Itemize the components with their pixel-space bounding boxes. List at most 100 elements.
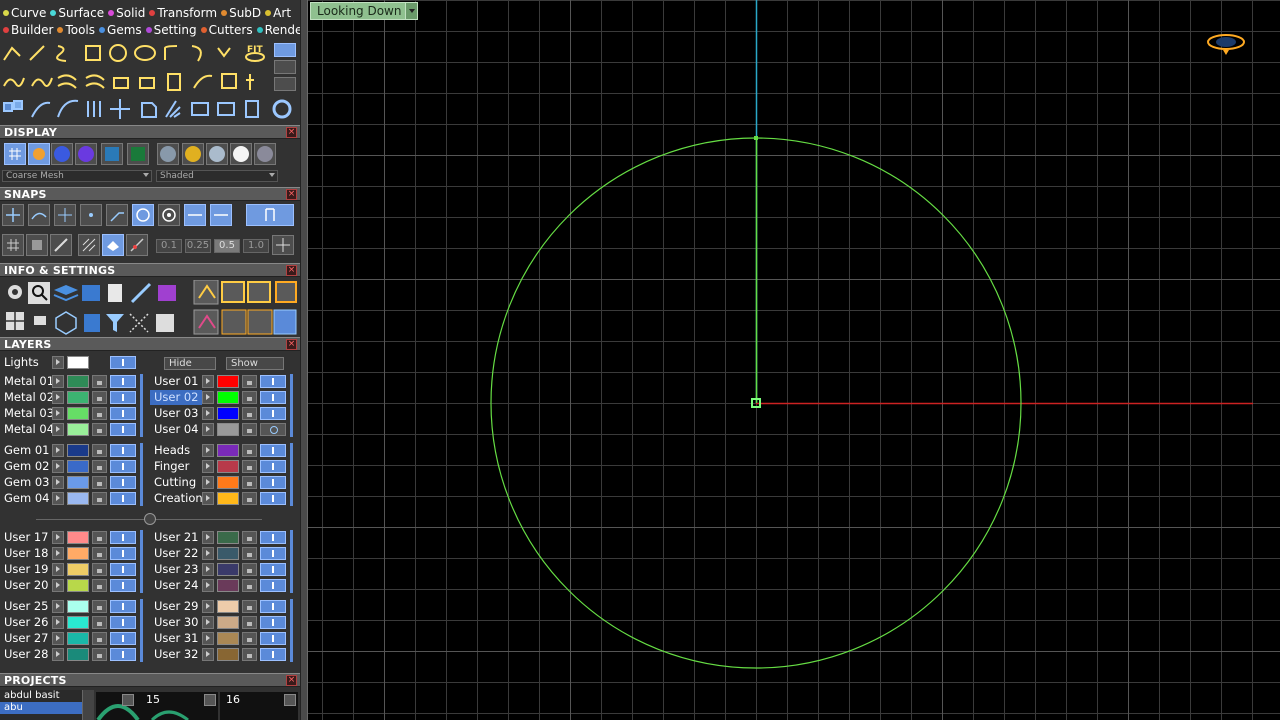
layer-color-swatch[interactable] <box>217 492 239 505</box>
snap-midpoint-button[interactable] <box>184 204 206 226</box>
expand-arrow-icon[interactable] <box>52 356 64 369</box>
layer-color-swatch[interactable] <box>67 476 89 489</box>
expand-arrow-icon[interactable] <box>52 600 64 613</box>
layer-color-swatch[interactable] <box>217 632 239 645</box>
layer-color-swatch[interactable] <box>217 460 239 473</box>
lock-icon[interactable] <box>242 616 257 629</box>
close-icon[interactable]: × <box>286 189 297 200</box>
lock-icon[interactable] <box>242 444 257 457</box>
light-sphere-button[interactable] <box>157 143 179 165</box>
snap-grid-button[interactable] <box>2 204 24 226</box>
expand-arrow-icon[interactable] <box>52 648 64 661</box>
layer-row[interactable]: User 03 <box>150 406 290 421</box>
snap-hatch-button[interactable] <box>78 234 100 256</box>
expand-arrow-icon[interactable] <box>202 600 214 613</box>
layer-visibility-toggle[interactable] <box>260 375 286 388</box>
xray-sphere-button[interactable] <box>254 143 276 165</box>
layer-color-swatch[interactable] <box>67 407 89 420</box>
smooth-shading-button[interactable] <box>51 143 73 165</box>
lock-icon[interactable] <box>242 632 257 645</box>
show-layers-button[interactable]: Show <box>226 357 284 370</box>
snap-grid-settings-button[interactable] <box>272 235 294 255</box>
layer-row[interactable]: Gem 02 <box>0 459 140 474</box>
expand-arrow-icon[interactable] <box>202 616 214 629</box>
mesh-quality-select[interactable]: Coarse Mesh <box>2 170 152 182</box>
layer-row[interactable]: Metal 01 <box>0 374 140 389</box>
layer-row[interactable]: Finger <box>150 459 290 474</box>
layer-color-swatch[interactable] <box>217 531 239 544</box>
close-icon[interactable]: × <box>286 339 297 350</box>
lock-icon[interactable] <box>92 407 107 420</box>
project-item-selected[interactable]: abu <box>0 702 82 714</box>
layer-color-swatch[interactable] <box>217 407 239 420</box>
wireframe-display-button[interactable] <box>4 143 26 165</box>
tab-gems[interactable]: Gems <box>99 23 142 37</box>
view-toggle-button[interactable] <box>274 43 296 57</box>
layer-row[interactable]: User 29 <box>150 599 290 614</box>
white-sphere-button[interactable] <box>230 143 252 165</box>
layer-row[interactable]: Gem 04 <box>0 491 140 506</box>
layer-visibility-toggle[interactable] <box>260 547 286 560</box>
layer-visibility-toggle[interactable] <box>110 648 136 661</box>
layer-visibility-toggle[interactable] <box>260 648 286 661</box>
tab-art[interactable]: Art <box>265 6 291 20</box>
projects-scrollbar[interactable] <box>82 690 94 720</box>
snap-arrow-button[interactable] <box>126 234 148 256</box>
expand-arrow-icon[interactable] <box>202 460 214 473</box>
layer-color-swatch[interactable] <box>217 444 239 457</box>
layer-row[interactable]: User 28 <box>0 647 140 662</box>
lock-icon[interactable] <box>242 648 257 661</box>
layer-color-swatch[interactable] <box>67 531 89 544</box>
expand-arrow-icon[interactable] <box>202 423 214 436</box>
layer-color-swatch[interactable] <box>217 547 239 560</box>
layer-visibility-toggle[interactable] <box>110 407 136 420</box>
environment-display-button[interactable] <box>101 143 123 165</box>
expand-arrow-icon[interactable] <box>52 444 64 457</box>
lock-icon[interactable] <box>92 579 107 592</box>
info-settings-toolbar[interactable] <box>2 280 298 336</box>
snap-increment-0-1[interactable]: 0.1 <box>156 239 182 253</box>
layer-color-swatch[interactable] <box>67 375 89 388</box>
expand-arrow-icon[interactable] <box>52 476 64 489</box>
layer-color-swatch[interactable] <box>67 460 89 473</box>
expand-arrow-icon[interactable] <box>202 375 214 388</box>
layer-row[interactable]: User 27 <box>0 631 140 646</box>
layer-color-swatch[interactable] <box>67 563 89 576</box>
layer-color-swatch[interactable] <box>67 547 89 560</box>
layer-row[interactable]: Cutting <box>150 475 290 490</box>
expand-arrow-icon[interactable] <box>202 648 214 661</box>
layer-row[interactable]: User 02 <box>150 390 290 405</box>
tab-setting[interactable]: Setting <box>145 23 197 37</box>
cage-display-button[interactable] <box>28 143 50 165</box>
lock-icon[interactable] <box>242 579 257 592</box>
layer-visibility-toggle[interactable] <box>260 600 286 613</box>
material-shading-button[interactable] <box>75 143 97 165</box>
layer-row[interactable]: Creation <box>150 491 290 506</box>
layer-row[interactable]: User 30 <box>150 615 290 630</box>
expand-arrow-icon[interactable] <box>202 531 214 544</box>
layer-row[interactable]: User 20 <box>0 578 140 593</box>
snap-box-button[interactable] <box>26 234 48 256</box>
lock-icon[interactable] <box>92 616 107 629</box>
tab-curve[interactable]: Curve <box>3 6 46 20</box>
layer-row[interactable]: User 25 <box>0 599 140 614</box>
tab-surface[interactable]: Surface <box>50 6 104 20</box>
expand-arrow-icon[interactable] <box>202 547 214 560</box>
layer-row[interactable]: User 04 <box>150 422 290 437</box>
projects-list[interactable]: abdul basit abu <box>0 690 82 720</box>
layer-row[interactable]: User 18 <box>0 546 140 561</box>
lock-icon[interactable] <box>242 375 257 388</box>
snap-curve-button[interactable] <box>28 204 50 226</box>
texture-display-button[interactable] <box>127 143 149 165</box>
expand-arrow-icon[interactable] <box>202 407 214 420</box>
view-toggle-button-2[interactable] <box>274 60 296 74</box>
expand-arrow-icon[interactable] <box>202 444 214 457</box>
snap-increment-1-0[interactable]: 1.0 <box>243 239 269 253</box>
layer-visibility-toggle[interactable] <box>110 579 136 592</box>
layer-color-swatch[interactable] <box>67 632 89 645</box>
layer-row[interactable]: User 19 <box>0 562 140 577</box>
expand-arrow-icon[interactable] <box>202 492 214 505</box>
navigation-gizmo-icon[interactable] <box>1204 32 1248 56</box>
layer-color-swatch[interactable] <box>67 600 89 613</box>
snap-tangent-button[interactable] <box>210 204 232 226</box>
